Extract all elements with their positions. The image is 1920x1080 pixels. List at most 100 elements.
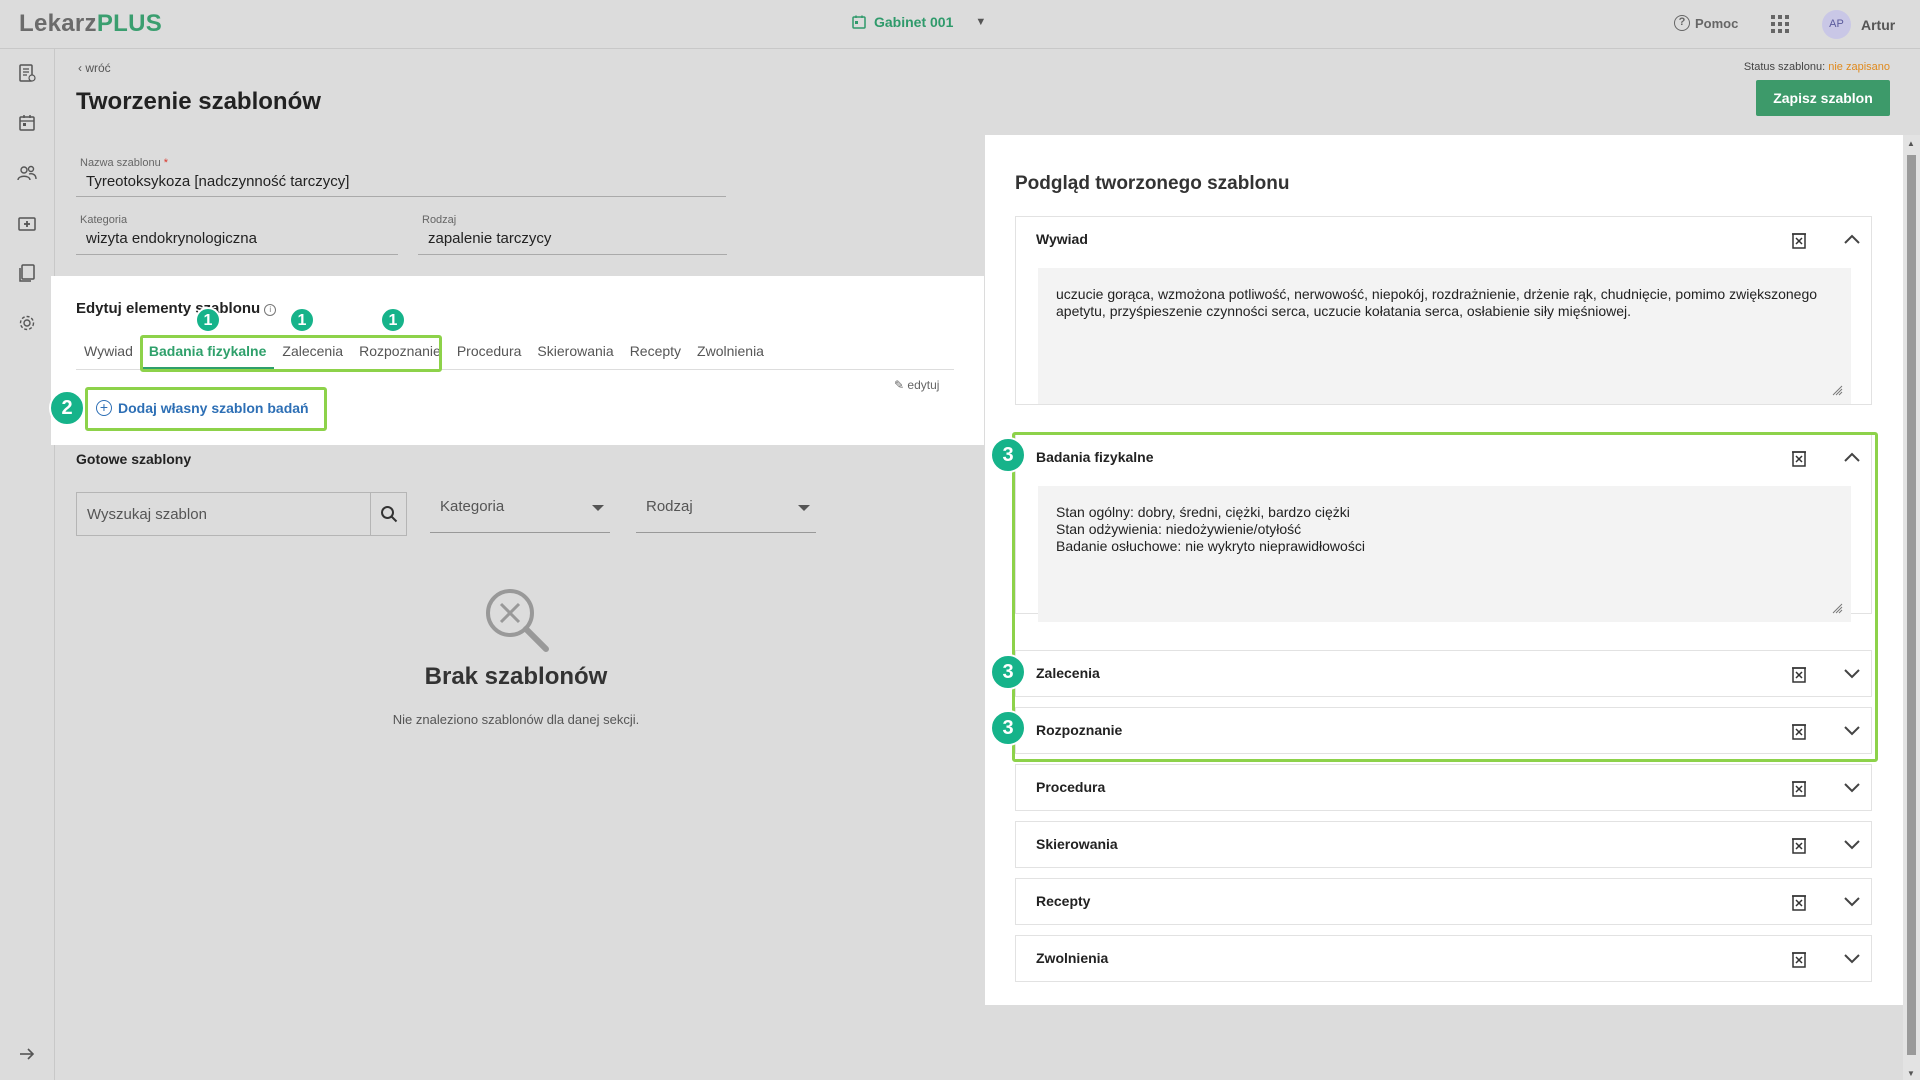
tab-recepty[interactable]: Recepty — [622, 342, 689, 369]
delete-icon[interactable] — [1791, 450, 1807, 467]
empty-state-subtitle: Nie znaleziono szablonów dla danej sekcj… — [392, 712, 640, 727]
chevron-down-icon[interactable] — [1843, 667, 1861, 679]
category-select-label: Kategoria — [440, 498, 505, 515]
no-results-search-icon — [486, 589, 549, 652]
chevron-up-icon[interactable] — [1843, 451, 1861, 463]
top-bar: LekarzPLUS Gabinet 001 ▼ ? Pomoc AP Artu… — [0, 0, 1920, 49]
sidebar — [0, 49, 55, 1080]
section-title[interactable]: Wywiad — [1036, 231, 1088, 247]
section-title[interactable]: Badania fizykalne — [1036, 449, 1154, 465]
empty-state-title: Brak szablonów — [424, 663, 608, 690]
scrollbar-thumb[interactable] — [1907, 155, 1916, 1055]
template-name-field[interactable]: Nazwa szablonu * Tyreotoksykoza [nadczyn… — [76, 157, 726, 197]
info-icon[interactable]: i — [264, 304, 277, 316]
chevron-down-icon: ▼ — [975, 16, 987, 28]
resize-grip-icon[interactable] — [1831, 384, 1843, 396]
step-badge: 1 — [289, 307, 315, 333]
dropdown-arrow-icon — [592, 505, 604, 511]
settings-gear-icon[interactable] — [17, 313, 37, 333]
expand-arrow-icon[interactable] — [17, 1044, 37, 1064]
section-title: Zwolnienia — [1036, 950, 1109, 966]
edit-elements-title: Edytuj elementy szablonu i — [76, 300, 277, 317]
user-name: Artur — [1861, 16, 1896, 33]
chevron-up-icon[interactable] — [1843, 233, 1861, 245]
delete-icon[interactable] — [1791, 837, 1807, 854]
back-link[interactable]: ‹ wróć — [78, 61, 111, 75]
calendar-icon[interactable] — [17, 113, 37, 133]
preview-section-skierowania[interactable]: Skierowania — [1015, 821, 1872, 868]
delete-icon[interactable] — [1791, 951, 1807, 968]
tab-zalecenia[interactable]: Zalecenia — [274, 342, 351, 369]
search-button[interactable] — [370, 493, 406, 535]
preview-section-recepty[interactable]: Recepty — [1015, 878, 1872, 925]
step-badge: 3 — [990, 437, 1026, 473]
type-select-label: Rodzaj — [646, 498, 693, 515]
chevron-down-icon[interactable] — [1843, 895, 1861, 907]
question-icon: ? — [1674, 15, 1690, 31]
tab-procedura[interactable]: Procedura — [449, 342, 530, 369]
type-select[interactable]: Rodzaj — [636, 497, 816, 533]
medical-kit-icon[interactable] — [17, 213, 37, 233]
tab-zwolnienia[interactable]: Zwolnienia — [689, 342, 772, 369]
document-list-icon[interactable] — [17, 63, 37, 83]
step-badge: 1 — [380, 307, 406, 333]
type-field[interactable]: Rodzaj zapalenie tarczycy — [418, 214, 727, 255]
preview-section-rozpoznanie[interactable]: Rozpoznanie — [1015, 707, 1872, 754]
section-title: Procedura — [1036, 779, 1106, 795]
delete-icon[interactable] — [1791, 232, 1807, 249]
dropdown-arrow-icon — [798, 505, 810, 511]
template-search — [76, 492, 407, 536]
pencil-icon: ✎ — [894, 378, 905, 392]
chevron-down-icon[interactable] — [1843, 724, 1861, 736]
gabinet-label: Gabinet 001 — [874, 14, 954, 30]
step-badge: 3 — [990, 710, 1026, 746]
step-badge: 1 — [195, 307, 221, 333]
save-template-button[interactable]: Zapisz szablon — [1756, 80, 1890, 116]
template-name-label: Nazwa szablonu * — [80, 157, 169, 169]
tab-rozpoznanie[interactable]: Rozpoznanie — [351, 342, 449, 369]
chevron-down-icon[interactable] — [1843, 838, 1861, 850]
preview-section-zalecenia[interactable]: Zalecenia — [1015, 650, 1872, 697]
delete-icon[interactable] — [1791, 666, 1807, 683]
section-textarea[interactable]: Stan ogólny: dobry, średni, ciężki, bard… — [1038, 486, 1851, 622]
scroll-up-icon[interactable]: ▲ — [1907, 139, 1915, 148]
preview-section-badania-fizykalne: Badania fizykalne Stan ogólny: dobry, śr… — [1015, 434, 1872, 622]
scroll-down-icon[interactable]: ▼ — [1907, 1069, 1915, 1078]
section-textarea[interactable]: uczucie gorąca, wzmożona potliwość, nerw… — [1038, 268, 1851, 404]
app-logo[interactable]: LekarzPLUS — [19, 10, 162, 38]
search-icon — [380, 506, 397, 523]
patients-icon[interactable] — [17, 163, 37, 183]
category-select[interactable]: Kategoria — [430, 497, 610, 533]
resize-grip-icon[interactable] — [1831, 602, 1843, 614]
chevron-down-icon[interactable] — [1843, 781, 1861, 793]
user-menu[interactable]: AP Artur — [1822, 10, 1895, 39]
scrollbar[interactable]: ▲ ▼ — [1903, 135, 1920, 1080]
gabinet-selector[interactable]: Gabinet 001 ▼ — [852, 14, 986, 30]
section-title: Recepty — [1036, 893, 1091, 909]
delete-icon[interactable] — [1791, 780, 1807, 797]
template-status: Status szablonu: nie zapisano — [1743, 61, 1890, 73]
delete-icon[interactable] — [1791, 894, 1807, 911]
category-field[interactable]: Kategoria wizyta endokrynologiczna — [76, 214, 398, 255]
category-value: wizyta endokrynologiczna — [86, 230, 257, 247]
preview-section-procedura[interactable]: Procedura — [1015, 764, 1872, 811]
preview-section-wywiad: Wywiad uczucie gorąca, wzmożona potliwoś… — [1015, 216, 1872, 405]
help-link[interactable]: ? Pomoc — [1674, 15, 1738, 31]
delete-icon[interactable] — [1791, 723, 1807, 740]
tab-skierowania[interactable]: Skierowania — [529, 342, 621, 369]
tab-wywiad[interactable]: Wywiad — [76, 342, 141, 369]
templates-icon[interactable] — [17, 263, 37, 283]
apps-grid-icon[interactable] — [1771, 15, 1789, 33]
plus-circle-icon: + — [96, 400, 112, 416]
preview-section-zwolnienia[interactable]: Zwolnienia — [1015, 935, 1872, 982]
search-input[interactable] — [77, 493, 371, 535]
page-title: Tworzenie szablonów — [76, 88, 321, 115]
chevron-down-icon[interactable] — [1843, 952, 1861, 964]
section-title: Zalecenia — [1036, 665, 1100, 681]
edit-link[interactable]: ✎ edytuj — [894, 378, 939, 392]
edit-elements-panel: Edytuj elementy szablonu i Wywiad Badania… — [51, 276, 984, 445]
section-title: Skierowania — [1036, 836, 1118, 852]
tab-badania-fizykalne[interactable]: Badania fizykalne — [140, 342, 275, 369]
template-name-value: Tyreotoksykoza [nadczynność tarczycy] — [86, 173, 350, 190]
add-custom-template-button[interactable]: + Dodaj własny szablon badań — [96, 400, 309, 416]
